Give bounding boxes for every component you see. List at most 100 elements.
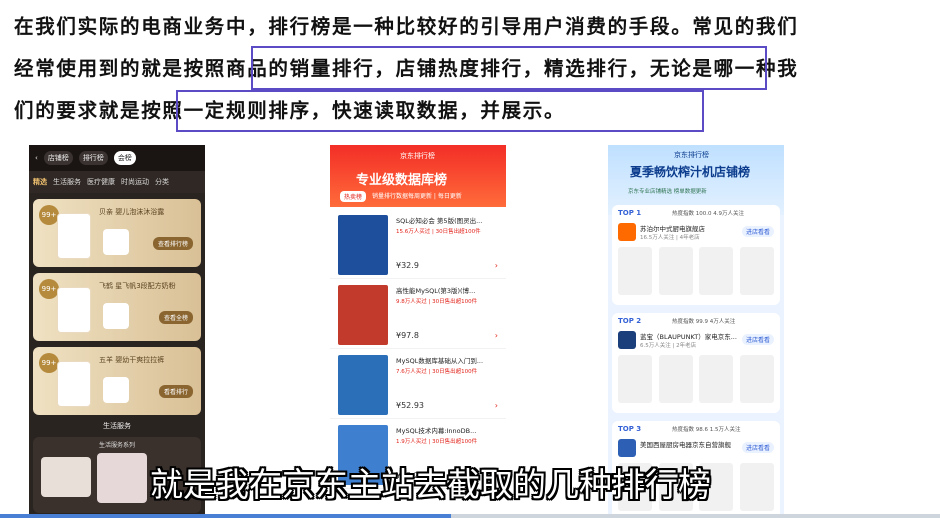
book-cover [338,355,388,415]
item-title: 高性能MySQL(第3版)(博... [396,287,476,295]
product-image [57,213,91,259]
shop-name: 蓝宝（BLAUPUNKT）家电京东... [640,333,737,341]
rank-card[interactable]: 99+ 五羊 婴幼干爽拉拉裤 看看排行 [33,347,201,415]
product-image[interactable] [618,355,652,403]
book-cover [338,215,388,275]
list-item[interactable]: SQL必知必会 第5版(图灵出... 15.6万人买过 | 30日售出超100件… [330,209,506,279]
banner-subtitle: 销量排行数据每周更新 | 每日更新 [372,193,462,200]
shop-row: 蓝宝（BLAUPUNKT）家电京东... 6.5万人关注 | 2年老店 进店看看 [618,329,774,351]
video-progress-bar[interactable] [0,514,940,518]
rank-badge: 99+ [39,205,59,225]
item-price: ¥97.8 [396,331,419,340]
highlight-box-requirements [176,90,704,132]
visit-shop-button[interactable]: 进店看看 [741,226,774,237]
chevron-right-icon[interactable]: › [495,401,498,410]
video-progress-fill [0,514,452,518]
store-card[interactable]: TOP 2 热度指数 99.9 4万人关注 蓝宝（BLAUPUNKT）家电京东.… [612,313,780,413]
rank-label: TOP 3 [618,425,642,433]
category-bar: 精选 生活服务 医疗健康 时尚运动 分类 [29,171,205,193]
product-name: 五羊 婴幼干爽拉拉裤 [99,356,165,364]
rank-label: TOP 2 [618,317,642,325]
banner-subtitle: 京东专业店铺精选 榜单数据更新 [628,189,707,195]
shop-followers: 6.5万人关注 | 2年老店 [640,343,697,349]
item-price: ¥52.93 [396,401,424,410]
video-subtitle: 就是我在京东主站去截取的几种排行榜 [150,465,711,504]
category-more[interactable]: 分类 [155,177,169,187]
item-meta: 9.8万人买过 | 30日售出超100件 [396,299,478,305]
product-name: 贝亲 婴儿泡沫沐浴露 [99,208,165,216]
visit-shop-button[interactable]: 进店看看 [741,442,774,453]
store-card[interactable]: TOP 1 热度指数 100.0 4.9万人关注 苏泊尔中式厨电旗舰店 16.5… [612,205,780,305]
category-fashion[interactable]: 时尚运动 [121,177,149,187]
category-life[interactable]: 生活服务 [53,177,81,187]
rank-banner: 京东排行榜 专业级数据库榜 热卖榜 销量排行数据每周更新 | 每日更新 [330,145,506,207]
product-image[interactable] [739,355,774,403]
list-item[interactable]: 高性能MySQL(第3版)(博... 9.8万人买过 | 30日售出超100件 … [330,279,506,349]
paragraph-line-1: 在我们实际的电商业务中，排行榜是一种比较好的引导用户消费的手段。常见的我们 [14,15,799,38]
shop-logo [618,331,636,349]
banner-title: 专业级数据库榜 [356,173,448,188]
item-title: MySQL数据库基础从入门到... [396,357,484,365]
view-rank-button[interactable]: 看看排行 [158,385,193,398]
product-image[interactable] [618,247,652,295]
goods-row [618,355,774,405]
shop-name: 美国西屋厨房电器京东自营旗舰 [640,441,731,449]
tab-store-rank[interactable]: 店铺榜 [43,151,73,165]
hot-pill[interactable]: 热卖榜 [340,191,367,202]
hot-index: 热度指数 99.9 4万人关注 [672,319,736,325]
topbar-title: 京东排行榜 [400,152,435,160]
product-image[interactable] [658,247,693,295]
view-rank-button[interactable]: 查看排行榜 [152,237,193,250]
item-title: MySQL技术内幕:InnoDB... [396,427,477,435]
item-meta: 15.6万人买过 | 30日售出超100件 [396,229,481,235]
product-name: 飞鹤 星飞帆3段配方奶粉 [99,282,176,290]
rank-card[interactable]: 99+ 贝亲 婴儿泡沫沐浴露 查看排行榜 [33,199,201,267]
highlight-box-ranking-types [251,46,767,90]
product-thumb [103,229,129,255]
item-title: SQL必知必会 第5版(图灵出... [396,217,483,225]
shop-row: 美国西屋厨房电器京东自营旗舰 进店看看 [618,437,774,459]
subsection-title: 生活服务系列 [98,442,135,449]
chevron-right-icon[interactable]: › [495,331,498,340]
tab-member[interactable]: 会榜 [113,151,136,165]
rank-badge: 99+ [39,353,59,373]
chevron-right-icon[interactable]: › [495,261,498,270]
goods-row [618,247,774,297]
category-featured[interactable]: 精选 [33,177,47,187]
hot-index: 热度指数 100.0 4.9万人关注 [672,211,744,217]
item-price: ¥32.9 [396,261,419,270]
product-image [57,361,91,407]
list-item[interactable]: MySQL数据库基础从入门到... 7.6万人买过 | 30日售出超100件 ¥… [330,349,506,419]
book-cover [338,285,388,345]
topbar-title: 京东排行榜 [674,151,709,159]
section-title: 生活服务 [103,422,131,430]
product-image[interactable] [739,247,774,295]
product-image [57,287,91,333]
shop-logo [618,223,636,241]
item-meta: 7.6万人买过 | 30日售出超100件 [396,369,478,375]
product-image[interactable] [658,355,693,403]
hot-index: 热度指数 98.6 1.5万人关注 [672,427,741,433]
item-meta: 1.9万人买过 | 30日售出超100件 [396,439,478,445]
scooter-image [41,457,91,497]
top-tabs: ‹ 店铺榜 排行榜 会榜 [29,145,205,171]
plush-toy-image [97,453,147,503]
shop-name: 苏泊尔中式厨电旗舰店 [640,225,705,233]
shop-logo [618,439,636,457]
banner-title: 夏季畅饮榨汁机店铺榜 [630,165,751,179]
tab-rank[interactable]: 排行榜 [78,151,108,165]
rank-badge: 99+ [39,279,59,299]
view-rank-button[interactable]: 查看全榜 [158,311,193,324]
visit-shop-button[interactable]: 进店看看 [741,334,774,345]
category-health[interactable]: 医疗健康 [87,177,115,187]
product-thumb [103,303,129,329]
rank-card[interactable]: 99+ 飞鹤 星飞帆3段配方奶粉 查看全榜 [33,273,201,341]
shop-followers: 16.5万人关注 | 4年老店 [640,235,700,241]
back-icon[interactable]: ‹ [35,154,38,162]
product-image[interactable] [699,247,734,295]
rank-label: TOP 1 [618,209,642,217]
product-thumb [103,377,129,403]
shop-row: 苏泊尔中式厨电旗舰店 16.5万人关注 | 4年老店 进店看看 [618,221,774,243]
product-image[interactable] [739,463,774,511]
product-image[interactable] [699,355,734,403]
